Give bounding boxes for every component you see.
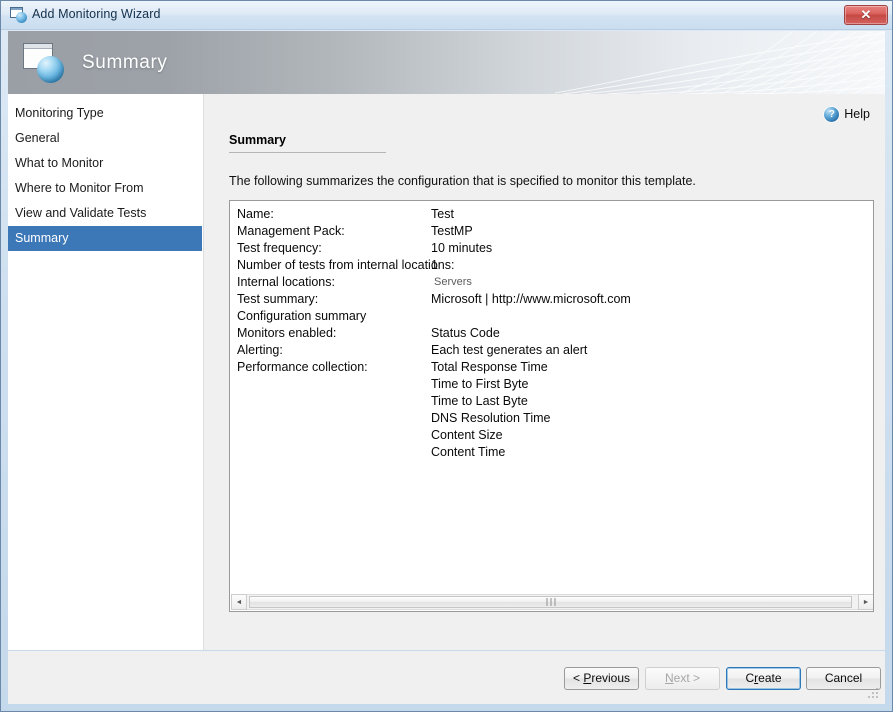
summary-row: Configuration summary	[230, 308, 873, 325]
wizard-steps-sidebar: Monitoring Type General What to Monitor …	[8, 94, 204, 650]
summary-row-value: Microsoft | http://www.microsoft.com	[431, 292, 631, 306]
summary-row-label: Internal locations:	[237, 275, 335, 289]
summary-row-value: Each test generates an alert	[431, 343, 588, 357]
wizard-footer: < Previous Next > Create Cancel	[8, 651, 885, 704]
banner-mesh-decoration	[555, 31, 885, 94]
summary-row-value: Content Size	[431, 428, 503, 442]
summary-row: Time to First Byte	[230, 376, 873, 393]
summary-row-value: Time to First Byte	[431, 377, 529, 391]
create-button[interactable]: Create	[726, 667, 801, 690]
cancel-button-label: Cancel	[824, 671, 863, 685]
scroll-right-arrow-icon[interactable]: ►	[858, 594, 873, 610]
help-link[interactable]: ? Help	[824, 105, 870, 123]
question-mark-icon: ?	[824, 106, 840, 122]
summary-row-label: Monitors enabled:	[237, 326, 337, 340]
summary-row-value: Total Response Time	[431, 360, 548, 374]
resize-grip-icon[interactable]	[867, 687, 878, 698]
summary-row-value: DNS Resolution Time	[431, 411, 551, 425]
wizard-window: Add Monitoring Wizard ✕ Summary Monitori…	[0, 0, 893, 712]
title-bar: Add Monitoring Wizard ✕	[1, 1, 892, 30]
summary-row-label: Test summary:	[237, 292, 319, 306]
summary-row-value: TestMP	[431, 224, 473, 238]
summary-row-value: Status Code	[431, 326, 500, 340]
summary-row: Management Pack: TestMP	[230, 223, 873, 240]
intro-text: The following summarizes the configurati…	[229, 174, 696, 188]
summary-row-label: Performance collection:	[237, 360, 368, 374]
sidebar-item-what-to-monitor[interactable]: What to Monitor	[8, 151, 203, 176]
summary-row: Name: Test	[230, 206, 873, 223]
close-icon: ✕	[860, 7, 872, 22]
summary-row-label: Alerting:	[237, 343, 283, 357]
next-button[interactable]: Next >	[645, 667, 720, 690]
summary-row-value: Servers	[434, 276, 472, 288]
scrollbar-grip-icon	[546, 598, 555, 606]
summary-details-box: Name: Test Management Pack: TestMP Test freq…	[229, 200, 874, 612]
summary-row-value: 1	[431, 258, 438, 272]
summary-row: Internal locations: Servers	[230, 274, 873, 291]
summary-row-value: Test	[431, 207, 454, 221]
summary-row-value: Time to Last Byte	[431, 394, 528, 408]
summary-rows: Name: Test Management Pack: TestMP Test freq…	[230, 206, 873, 461]
previous-button[interactable]: < Previous	[564, 667, 639, 690]
summary-row: Content Size	[230, 427, 873, 444]
sidebar-item-general[interactable]: General	[8, 126, 203, 151]
summary-row: Alerting: Each test generates an alert	[230, 342, 873, 359]
summary-row-label: Name:	[237, 207, 274, 221]
sidebar-item-where-to-monitor-from[interactable]: Where to Monitor From	[8, 176, 203, 201]
summary-row-label: Configuration summary	[237, 309, 367, 323]
next-button-label: Next >	[664, 671, 701, 685]
sidebar-item-summary[interactable]: Summary	[8, 226, 202, 251]
content-panel: ? Help Summary The following summarizes …	[204, 94, 885, 650]
window-title: Add Monitoring Wizard	[32, 7, 161, 21]
sidebar-item-monitoring-type[interactable]: Monitoring Type	[8, 101, 203, 126]
scrollbar-track[interactable]	[247, 594, 858, 610]
summary-row: Performance collection: Total Response Ti…	[230, 359, 873, 376]
summary-row: Monitors enabled: Status Code	[230, 325, 873, 342]
summary-row-value: 10 minutes	[431, 241, 493, 255]
help-label: Help	[844, 107, 870, 121]
summary-row-label: Management Pack:	[237, 224, 345, 238]
banner-title: Summary	[82, 51, 168, 73]
window-globe-icon	[10, 7, 27, 23]
page-title: Summary	[229, 133, 286, 147]
wizard-body: Monitoring Type General What to Monitor …	[8, 94, 885, 650]
summary-row-label: Number of tests from internal locations:	[237, 258, 455, 272]
summary-row: Content Time	[230, 444, 873, 461]
sidebar-item-view-and-validate-tests[interactable]: View and Validate Tests	[8, 201, 203, 226]
wizard-globe-icon	[23, 43, 65, 83]
summary-row: DNS Resolution Time	[230, 410, 873, 427]
previous-button-label: < Previous	[572, 671, 631, 685]
scrollbar-thumb[interactable]	[249, 596, 852, 608]
summary-row-value: Content Time	[431, 445, 506, 459]
close-button[interactable]: ✕	[844, 5, 888, 25]
heading-divider	[229, 152, 386, 153]
summary-row: Test summary: Microsoft | http://www.micr…	[230, 291, 873, 308]
horizontal-scrollbar[interactable]: ◄ ►	[231, 594, 873, 610]
summary-row: Time to Last Byte	[230, 393, 873, 410]
create-button-label: Create	[745, 671, 782, 685]
wizard-banner: Summary	[8, 31, 885, 94]
summary-row-label: Test frequency:	[237, 241, 322, 255]
scroll-left-arrow-icon[interactable]: ◄	[231, 594, 247, 610]
summary-row: Test frequency: 10 minutes	[230, 240, 873, 257]
summary-row: Number of tests from internal locations:…	[230, 257, 873, 274]
